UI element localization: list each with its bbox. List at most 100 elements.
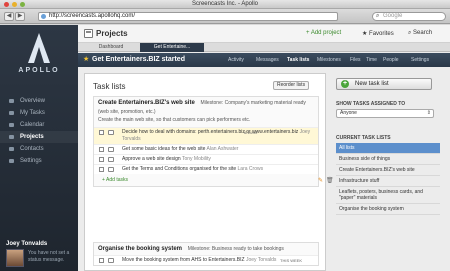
tab-project[interactable]: Get Entertaine...	[140, 43, 204, 52]
tool-task-lists[interactable]: Task lists	[287, 57, 309, 63]
gear-icon	[9, 159, 14, 163]
task-due-date: THIS WEEK	[280, 258, 303, 263]
list-item[interactable]: Create Entertainers.BIZ's web site	[336, 165, 440, 176]
maximize-icon[interactable]	[20, 2, 25, 7]
favorites-button[interactable]: ★ Favorites	[362, 30, 394, 37]
assigned-to-value: Anyone	[340, 110, 357, 116]
task-item[interactable]: Approve a web site design Tony Mobility	[94, 154, 318, 164]
page-header: Projects + Add project ★ Favorites ⌕ Sea…	[78, 25, 450, 43]
comment-icon[interactable]	[108, 147, 114, 152]
browser-search-input[interactable]: ⌕ Google	[372, 12, 446, 21]
task-checkbox[interactable]	[99, 167, 104, 172]
add-tasks-link[interactable]: + Add tasks	[94, 174, 318, 186]
task-list: Create Entertainers.BIZ's web site Miles…	[93, 96, 319, 187]
minimize-icon[interactable]	[12, 2, 17, 7]
new-task-list-button[interactable]: + New task list	[336, 78, 432, 90]
task-item[interactable]: Move the booking system from AHS to Ente…	[94, 255, 318, 265]
tool-files[interactable]: Files	[350, 57, 361, 63]
sidebar: APOLLO Overview My Tasks Calendar Projec…	[0, 25, 78, 271]
logo[interactable]: APOLLO	[0, 25, 78, 80]
task-item[interactable]: Get the Terms and Conditions organised f…	[94, 164, 318, 174]
comment-icon[interactable]	[108, 167, 114, 172]
task-checkbox[interactable]	[99, 130, 104, 135]
list-item[interactable]: Business side of things	[336, 154, 440, 165]
sidebar-item-projects[interactable]: Projects	[0, 131, 78, 143]
page-title: Projects	[96, 29, 128, 38]
tool-activity[interactable]: Activity	[228, 57, 244, 63]
list-item[interactable]: Infrastructure stuff	[336, 176, 440, 187]
sidebar-item-label: My Tasks	[20, 110, 45, 116]
tasklists-title: Task lists	[93, 82, 126, 91]
tool-settings[interactable]: Settings	[411, 57, 429, 63]
tab-dashboard[interactable]: Dashboard	[82, 43, 140, 52]
tool-people[interactable]: People	[383, 57, 399, 63]
search-button[interactable]: ⌕ Search	[408, 30, 432, 37]
sidebar-nav: Overview My Tasks Calendar Projects Cont…	[0, 95, 78, 167]
logo-mark-inner	[34, 47, 44, 63]
task-item[interactable]: Decide how to deal with domains: perth.e…	[94, 127, 318, 144]
plus-icon: +	[341, 80, 349, 88]
tool-milestones[interactable]: Milestones	[317, 57, 341, 63]
task-assignee: Lara Crows	[237, 166, 264, 172]
search-engine-icon: ⌕	[376, 13, 380, 19]
current-task-lists-label: CURRENT TASK LISTS	[336, 135, 391, 141]
task-assignee: Tony Mobility	[181, 156, 211, 162]
projects-icon	[9, 135, 14, 139]
comment-icon[interactable]	[108, 157, 114, 162]
task-list: Organise the booking system Milestone: B…	[93, 242, 319, 266]
tool-time[interactable]: Time	[366, 57, 377, 63]
calendar-icon	[9, 123, 14, 127]
task-list-description: Create the main web site, so that custom…	[98, 117, 251, 123]
avatar[interactable]	[6, 249, 24, 267]
task-list-header: Organise the booking system Milestone: B…	[94, 243, 318, 255]
tool-messages[interactable]: Messages	[256, 57, 279, 63]
user-name[interactable]: Joey Tonvalds	[6, 241, 47, 247]
list-item[interactable]: All lists	[336, 143, 440, 154]
current-task-lists: All lists Business side of things Create…	[336, 143, 440, 215]
forward-icon[interactable]: ▶	[15, 12, 25, 21]
user-panel: Joey Tonvalds You have not set a status …	[0, 239, 78, 271]
user-status-message[interactable]: You have not set a status message.	[28, 250, 76, 264]
comment-icon[interactable]	[108, 258, 114, 263]
title-bar: Screencasts Inc. - Apollo	[0, 0, 450, 9]
back-icon[interactable]: ◀	[4, 12, 14, 21]
address-bar[interactable]: http://screencasts.apollohq.com/	[38, 12, 338, 21]
task-text: Get the Terms and Conditions organised f…	[122, 166, 237, 172]
window-controls	[4, 2, 25, 7]
task-list-milestone-detail: (web site, promotion, etc.)	[98, 109, 156, 115]
sidebar-item-overview[interactable]: Overview	[0, 95, 78, 107]
task-list-name[interactable]: Organise the booking system	[98, 246, 182, 252]
task-text: Decide how to deal with domains: perth.e…	[122, 129, 299, 135]
star-icon[interactable]: ★	[83, 55, 89, 63]
task-checkbox[interactable]	[99, 258, 104, 263]
project-tabs: Dashboard Get Entertaine...	[78, 43, 450, 52]
sidebar-item-calendar[interactable]: Calendar	[0, 119, 78, 131]
browser-toolbar: ◀ ▶ http://screencasts.apollohq.com/ ⌕ G…	[0, 9, 450, 24]
list-item[interactable]: Organise the booking system	[336, 204, 440, 215]
task-item[interactable]: Get some basic ideas for the web site Al…	[94, 144, 318, 154]
task-list-milestone[interactable]: Milestone: Business ready to take bookin…	[188, 246, 284, 252]
sidebar-item-contacts[interactable]: Contacts	[0, 143, 78, 155]
task-list-name[interactable]: Create Entertainers.BIZ's web site	[98, 100, 195, 106]
sidebar-item-label: Calendar	[20, 122, 45, 128]
reorder-lists-button[interactable]: Reorder lists	[273, 81, 310, 90]
assigned-to-select[interactable]: Anyone ⇕	[336, 109, 434, 118]
list-item[interactable]: Leaflets, posters, business cards, and "…	[336, 187, 440, 204]
task-checkbox[interactable]	[99, 157, 104, 162]
task-list-header: Create Entertainers.BIZ's web site Miles…	[94, 97, 318, 109]
add-project-button[interactable]: + Add project	[306, 30, 341, 36]
sidebar-item-label: Overview	[20, 98, 46, 104]
task-text: Move the booking system from AHS to Ente…	[122, 257, 245, 263]
sidebar-item-my-tasks[interactable]: My Tasks	[0, 107, 78, 119]
chevron-down-icon: ⇕	[426, 110, 431, 116]
task-text: Approve a web site design	[122, 156, 181, 162]
task-checkbox[interactable]	[99, 147, 104, 152]
comment-icon[interactable]	[108, 130, 114, 135]
edit-icon[interactable]: ✎	[318, 177, 323, 184]
contacts-icon	[9, 147, 14, 151]
sidebar-item-settings[interactable]: Settings	[0, 155, 78, 167]
task-list-milestone[interactable]: Milestone: Company's marketing material …	[200, 100, 305, 106]
close-icon[interactable]	[4, 2, 9, 7]
app-window: Screencasts Inc. - Apollo ◀ ▶ http://scr…	[0, 0, 450, 271]
main-area: Projects + Add project ★ Favorites ⌕ Sea…	[78, 25, 450, 271]
